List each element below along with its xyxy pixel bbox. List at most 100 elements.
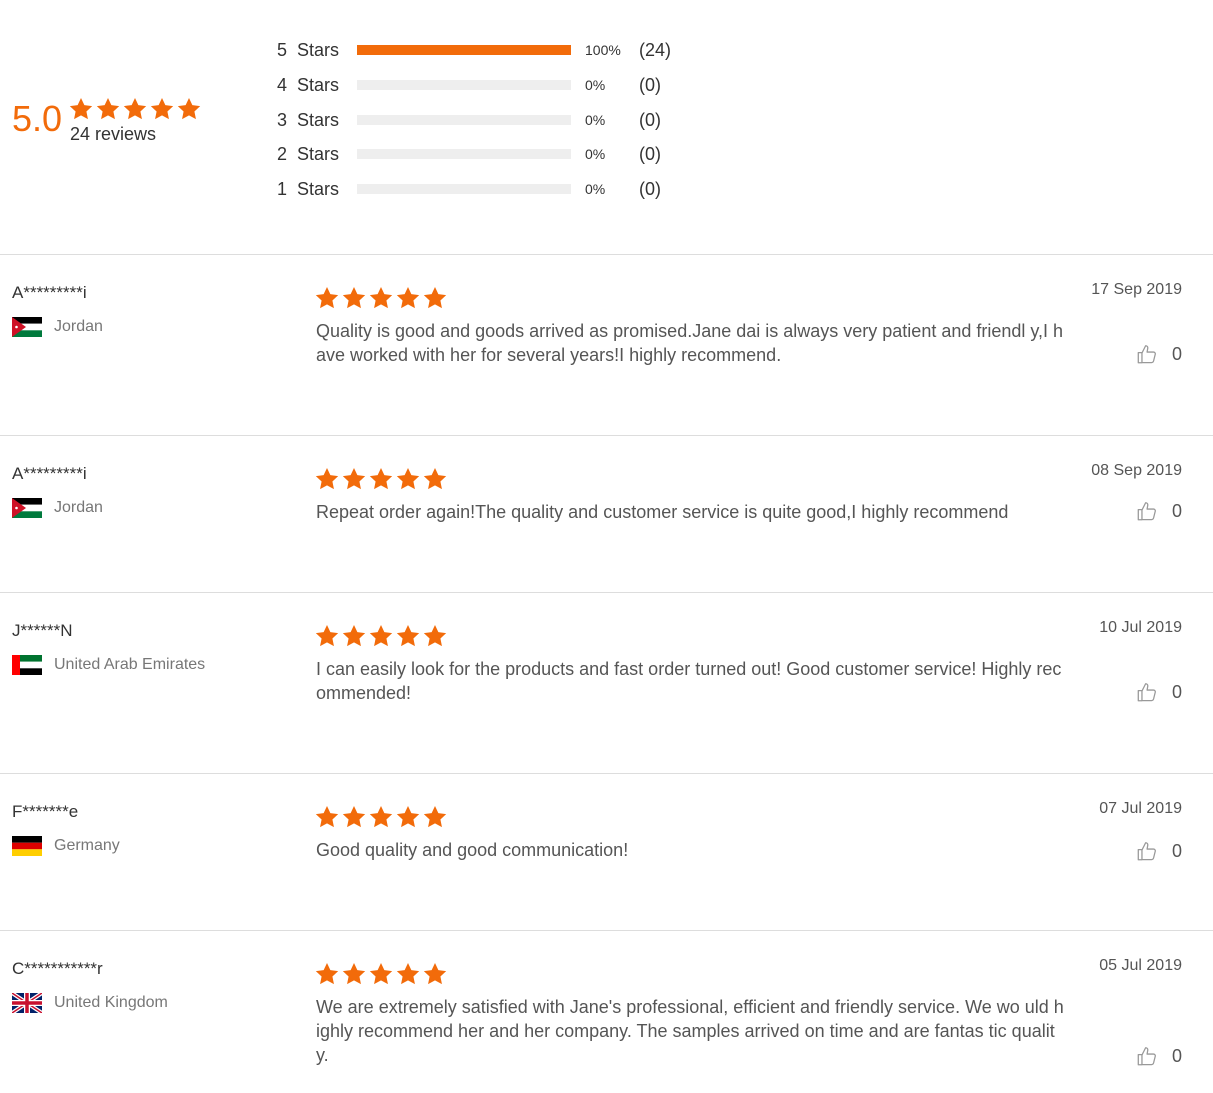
star-icon <box>368 466 394 492</box>
distribution-bar <box>357 115 571 125</box>
distribution-percent: 0% <box>585 181 606 197</box>
review-stars <box>314 623 448 649</box>
thumbs-up-icon <box>1136 343 1158 365</box>
distribution-percent: 0% <box>585 146 606 162</box>
thumbs-up-icon <box>1136 500 1158 522</box>
distribution-row-4[interactable]: 4 Stars 0% (0) <box>277 73 661 97</box>
star-icon <box>341 961 367 987</box>
review-count: 24 reviews <box>70 124 157 144</box>
star-icon <box>395 285 421 311</box>
reviewer-name: A*********i <box>12 283 87 302</box>
like-count: 0 <box>1171 343 1182 364</box>
distribution-row-2[interactable]: 2 Stars 0% (0) <box>277 142 661 166</box>
star-icon <box>395 961 421 987</box>
review-stars <box>314 466 448 492</box>
star-icon <box>368 961 394 987</box>
star-icon <box>368 804 394 830</box>
review-text: I can easily look for the products and f… <box>316 659 1062 703</box>
review-text: Quality is good and goods arrived as pro… <box>316 321 1064 365</box>
star-icon <box>122 96 148 122</box>
reviewer-name: J******N <box>12 621 73 640</box>
germany-flag-icon <box>12 836 42 856</box>
distribution-percent: 0% <box>585 112 606 128</box>
review-item: C***********r United Kingdom We are extr… <box>0 930 1213 1093</box>
review-item: A*********i Jordan Quality is good and g… <box>0 254 1213 435</box>
distribution-count: (0) <box>639 74 661 95</box>
average-stars <box>68 96 202 122</box>
reviewer-country: Jordan <box>12 498 103 518</box>
review-date: 07 Jul 2019 <box>1099 800 1182 817</box>
like-button[interactable]: 0 <box>1136 500 1182 522</box>
distribution-row-5[interactable]: 5 Stars 100% (24) <box>277 38 671 62</box>
reviewer-name: F*******e <box>12 802 79 821</box>
distribution-bar <box>357 149 571 159</box>
star-icon <box>395 466 421 492</box>
star-icon <box>422 804 448 830</box>
reviewer-country: Germany <box>12 836 120 856</box>
review-date: 17 Sep 2019 <box>1091 281 1182 298</box>
country-name: United Kingdom <box>54 994 168 1011</box>
review-date: 10 Jul 2019 <box>1099 619 1182 636</box>
thumbs-up-icon <box>1136 840 1158 862</box>
distribution-bar-fill <box>357 45 571 55</box>
review-item: J******N United Arab Emirates I can easi… <box>0 592 1213 773</box>
distribution-label: 5 Stars <box>277 39 340 60</box>
star-icon <box>395 804 421 830</box>
distribution-label: 1 Stars <box>277 178 340 199</box>
review-stars <box>314 804 448 830</box>
distribution-row-3[interactable]: 3 Stars 0% (0) <box>277 108 661 132</box>
reviewer-country: Jordan <box>12 317 103 337</box>
distribution-label: 4 Stars <box>277 74 340 95</box>
star-icon <box>422 285 448 311</box>
distribution-bar <box>357 80 571 90</box>
star-icon <box>68 96 94 122</box>
like-button[interactable]: 0 <box>1136 681 1182 703</box>
country-name: Jordan <box>54 499 103 516</box>
review-text: Repeat order again!The quality and custo… <box>316 502 1009 522</box>
star-icon <box>341 285 367 311</box>
star-icon <box>314 804 340 830</box>
star-icon <box>422 466 448 492</box>
like-button[interactable]: 0 <box>1136 1045 1182 1067</box>
star-icon <box>395 623 421 649</box>
review-item: A*********i Jordan Repeat order again!Th… <box>0 435 1213 592</box>
reviewer-country: United Arab Emirates <box>12 655 205 675</box>
review-date: 05 Jul 2019 <box>1099 957 1182 974</box>
distribution-bar <box>357 184 571 194</box>
star-icon <box>314 623 340 649</box>
star-icon <box>422 961 448 987</box>
distribution-bar <box>357 45 571 55</box>
distribution-count: (0) <box>639 143 661 164</box>
distribution-label: 3 Stars <box>277 109 340 130</box>
star-icon <box>368 623 394 649</box>
distribution-count: (0) <box>639 109 661 130</box>
country-name: Germany <box>54 837 120 854</box>
jordan-flag-icon <box>12 498 42 518</box>
thumbs-up-icon <box>1136 1045 1158 1067</box>
star-icon <box>368 285 394 311</box>
thumbs-up-icon <box>1136 681 1158 703</box>
review-item: F*******e Germany Good quality and good … <box>0 773 1213 930</box>
distribution-count: (24) <box>639 39 672 60</box>
like-button[interactable]: 0 <box>1136 840 1182 862</box>
country-name: Jordan <box>54 318 103 335</box>
review-stars <box>314 285 448 311</box>
review-date: 08 Sep 2019 <box>1091 462 1182 479</box>
review-text: We are extremely satisfied with Jane's p… <box>316 997 1064 1065</box>
review-text: Good quality and good communication! <box>316 840 629 860</box>
review-stars <box>314 961 448 987</box>
reviewer-name: C***********r <box>12 959 103 978</box>
star-icon <box>341 623 367 649</box>
star-icon <box>422 623 448 649</box>
reviewer-name: A*********i <box>12 464 87 483</box>
star-icon <box>341 804 367 830</box>
rating-summary: 5.0 24 reviews 5 Stars 100% (24) 4 Stars… <box>0 0 1213 255</box>
uk-flag-icon <box>12 993 42 1013</box>
like-count: 0 <box>1171 840 1182 861</box>
like-count: 0 <box>1171 1045 1182 1066</box>
like-button[interactable]: 0 <box>1136 343 1182 365</box>
country-name: United Arab Emirates <box>54 656 206 673</box>
distribution-row-1[interactable]: 1 Stars 0% (0) <box>277 177 661 201</box>
star-icon <box>341 466 367 492</box>
distribution-label: 2 Stars <box>277 143 340 164</box>
